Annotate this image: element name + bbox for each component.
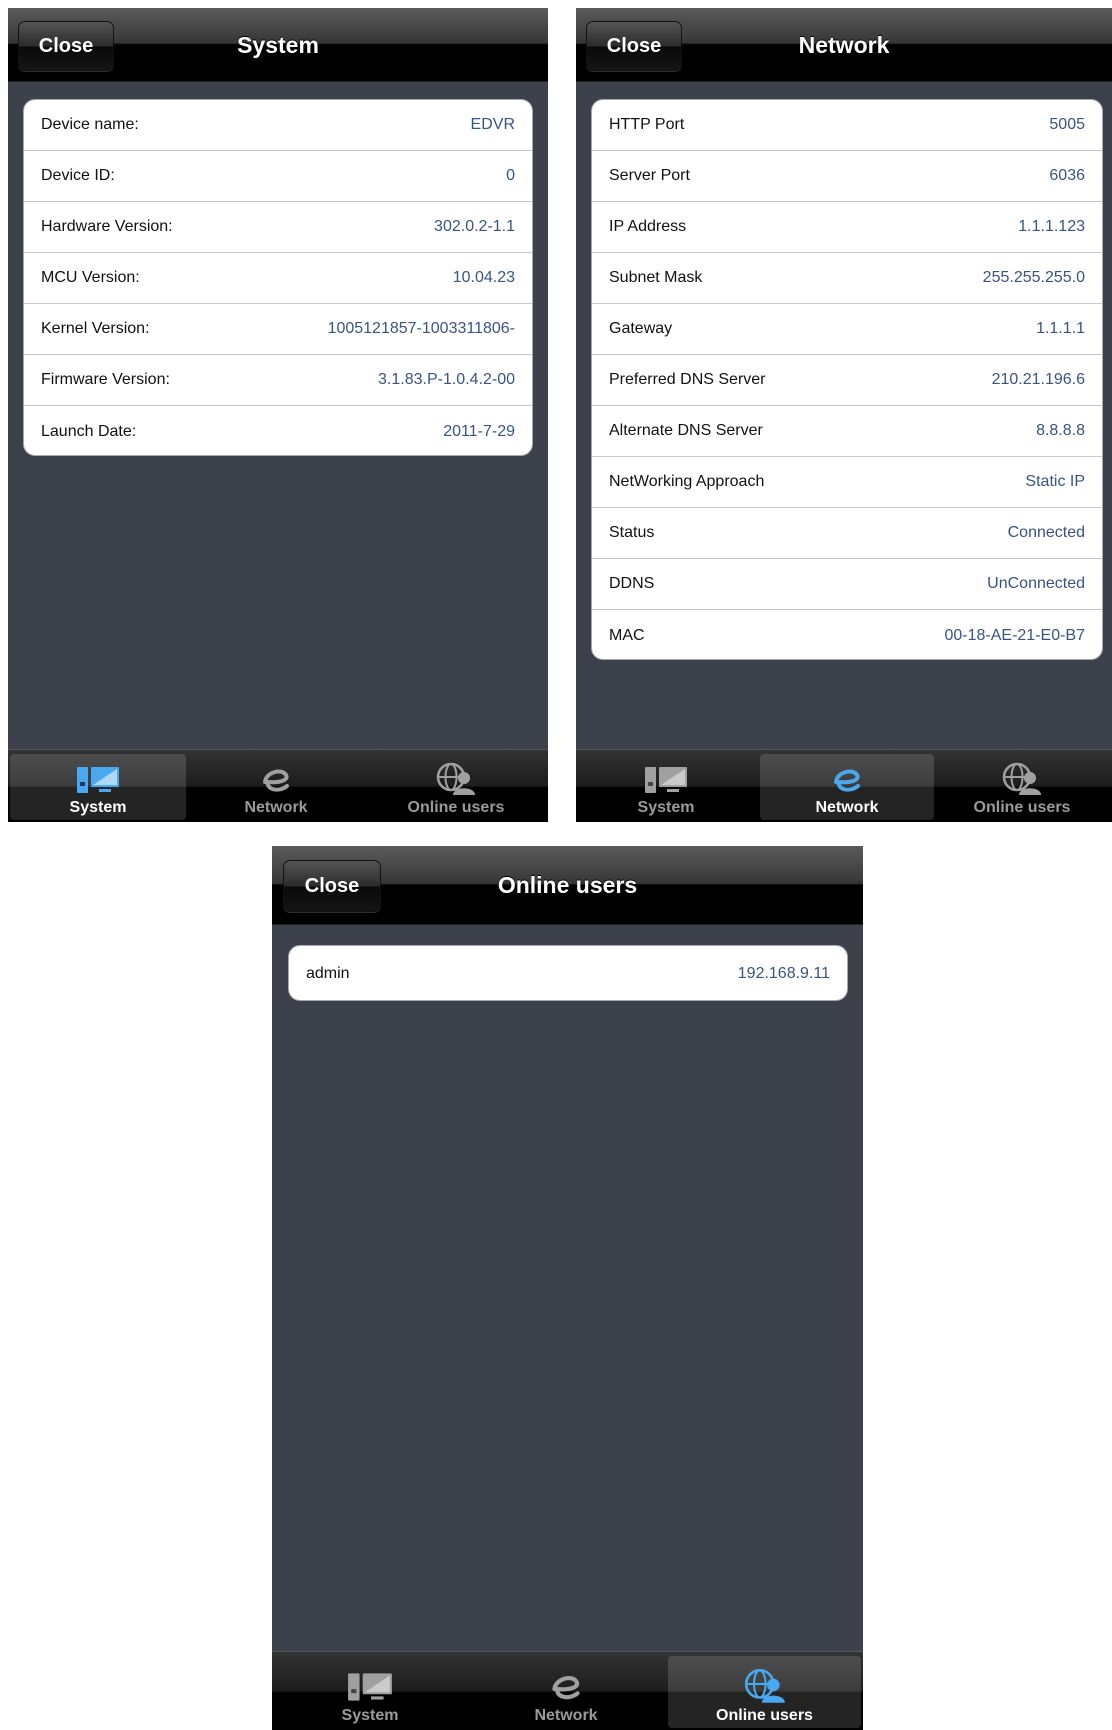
navigation-bar: Close Network (576, 8, 1112, 82)
table-row: Hardware Version: 302.0.2-1.1 (24, 202, 532, 253)
row-value: 3.1.83.P-1.0.4.2-00 (378, 371, 515, 388)
row-label: Alternate DNS Server (609, 422, 763, 439)
system-icon (77, 767, 119, 793)
row-label: Kernel Version: (41, 320, 150, 337)
tab-online-users[interactable]: Online users (668, 1656, 861, 1728)
row-value: Connected (1007, 524, 1085, 541)
row-label: DDNS (609, 575, 655, 592)
table-row: IP Address 1.1.1.123 (592, 202, 1102, 253)
navigation-bar: Close Online users (272, 846, 863, 925)
table-row: Gateway 1.1.1.1 (592, 304, 1102, 355)
online-users-icon (744, 1669, 785, 1703)
row-value: Static IP (1025, 473, 1085, 490)
table-row: Subnet Mask 255.255.255.0 (592, 253, 1102, 304)
table-row: NetWorking Approach Static IP (592, 457, 1102, 508)
row-value: UnConnected (987, 575, 1085, 592)
row-value: 00-18-AE-21-E0-B7 (944, 626, 1085, 644)
row-value: 10.04.23 (452, 269, 515, 286)
tab-system[interactable]: System (10, 754, 186, 820)
page-title: Online users (497, 872, 638, 898)
row-value: 210.21.196.6 (991, 371, 1085, 388)
system-icon (348, 1673, 392, 1701)
row-value: 1.1.1.123 (1018, 218, 1085, 235)
row-label: MCU Version: (41, 269, 140, 286)
row-label: IP Address (609, 218, 687, 235)
system-info-table: Device name: EDVR Device ID: 0 Hardware Ve… (23, 99, 533, 456)
tab-online-users[interactable]: Online users (934, 754, 1110, 820)
table-row: Launch Date: 2011-7-29 (24, 406, 532, 455)
tab-bar: System Network Online users (576, 749, 1112, 822)
tab-label: Network (534, 1707, 598, 1724)
table-row: Server Port 6036 (592, 151, 1102, 202)
row-value: 302.0.2-1.1 (434, 218, 515, 235)
network-screen: Close Network HTTP Port 5005 Server Port 6… (576, 8, 1112, 822)
tab-bar: System Network Online users (272, 1651, 863, 1730)
table-row: Alternate DNS Server 8.8.8.8 (592, 406, 1102, 457)
tab-bar: System Network Online users (8, 749, 548, 822)
tab-network[interactable]: Network (760, 754, 934, 820)
row-label: Hardware Version: (41, 218, 173, 235)
tab-system[interactable]: System (578, 754, 754, 820)
row-value: 1.1.1.1 (1036, 320, 1085, 337)
online-users-screen: Close Online users admin 192.168.9.11 Sys… (272, 846, 863, 1730)
tab-label: Online users (407, 799, 505, 816)
network-e-icon (263, 769, 289, 792)
online-users-icon (1002, 762, 1041, 795)
tab-label: Network (244, 799, 308, 816)
tab-system[interactable]: System (274, 1656, 466, 1728)
table-row: MAC 00-18-AE-21-E0-B7 (592, 610, 1102, 659)
page-title: Network (798, 32, 890, 58)
table-row: DDNS UnConnected (592, 559, 1102, 610)
table-row: MCU Version: 10.04.23 (24, 253, 532, 304)
row-label: Preferred DNS Server (609, 371, 766, 388)
row-value: 255.255.255.0 (982, 269, 1085, 286)
network-info-table: HTTP Port 5005 Server Port 6036 IP Address… (591, 99, 1103, 660)
navigation-bar: Close System (8, 8, 548, 82)
tab-network[interactable]: Network (188, 754, 364, 820)
tab-label: Online users (973, 799, 1071, 816)
table-row: Preferred DNS Server 210.21.196.6 (592, 355, 1102, 406)
table-row: Firmware Version: 3.1.83.P-1.0.4.2-00 (24, 355, 532, 406)
tab-label: Network (815, 799, 879, 816)
tab-label: System (637, 799, 695, 816)
row-value: 6036 (1049, 167, 1085, 184)
system-icon (645, 767, 687, 793)
network-e-icon (834, 769, 860, 792)
page-title: System (237, 32, 319, 58)
table-row: HTTP Port 5005 (592, 100, 1102, 151)
tab-network[interactable]: Network (470, 1656, 662, 1728)
table-row: Device name: EDVR (24, 100, 532, 151)
table-row: Device ID: 0 (24, 151, 532, 202)
row-label: NetWorking Approach (609, 473, 765, 490)
system-screen: Close System Device name: EDVR Device ID:… (8, 8, 548, 822)
tab-online-users[interactable]: Online users (366, 754, 546, 820)
row-value: EDVR (470, 116, 515, 133)
row-label: Device ID: (41, 167, 115, 184)
user-ip: 192.168.9.11 (737, 965, 830, 982)
network-e-icon (552, 1675, 580, 1700)
user-name: admin (306, 965, 350, 982)
tab-label: System (69, 799, 127, 816)
table-row: Kernel Version: 1005121857-1003311806- (24, 304, 532, 355)
row-label: Subnet Mask (609, 269, 703, 286)
row-label: Launch Date: (41, 422, 137, 440)
row-label: Device name: (41, 116, 139, 133)
row-label: Firmware Version: (41, 371, 170, 388)
row-label: Server Port (609, 167, 690, 184)
tab-label: System (341, 1707, 399, 1724)
table-row: Status Connected (592, 508, 1102, 559)
row-value: 1005121857-1003311806- (327, 320, 515, 337)
row-label: MAC (609, 626, 645, 644)
row-value: 0 (506, 167, 515, 184)
tab-label: Online users (716, 1707, 813, 1724)
row-value: 8.8.8.8 (1036, 422, 1085, 439)
online-users-icon (436, 762, 475, 795)
row-label: Gateway (609, 320, 673, 337)
row-value: 5005 (1049, 116, 1085, 133)
row-label: HTTP Port (609, 116, 685, 133)
row-value: 2011-7-29 (443, 422, 515, 440)
online-users-table: admin 192.168.9.11 (288, 945, 848, 1001)
table-row[interactable]: admin 192.168.9.11 (289, 946, 847, 1000)
row-label: Status (609, 524, 655, 541)
